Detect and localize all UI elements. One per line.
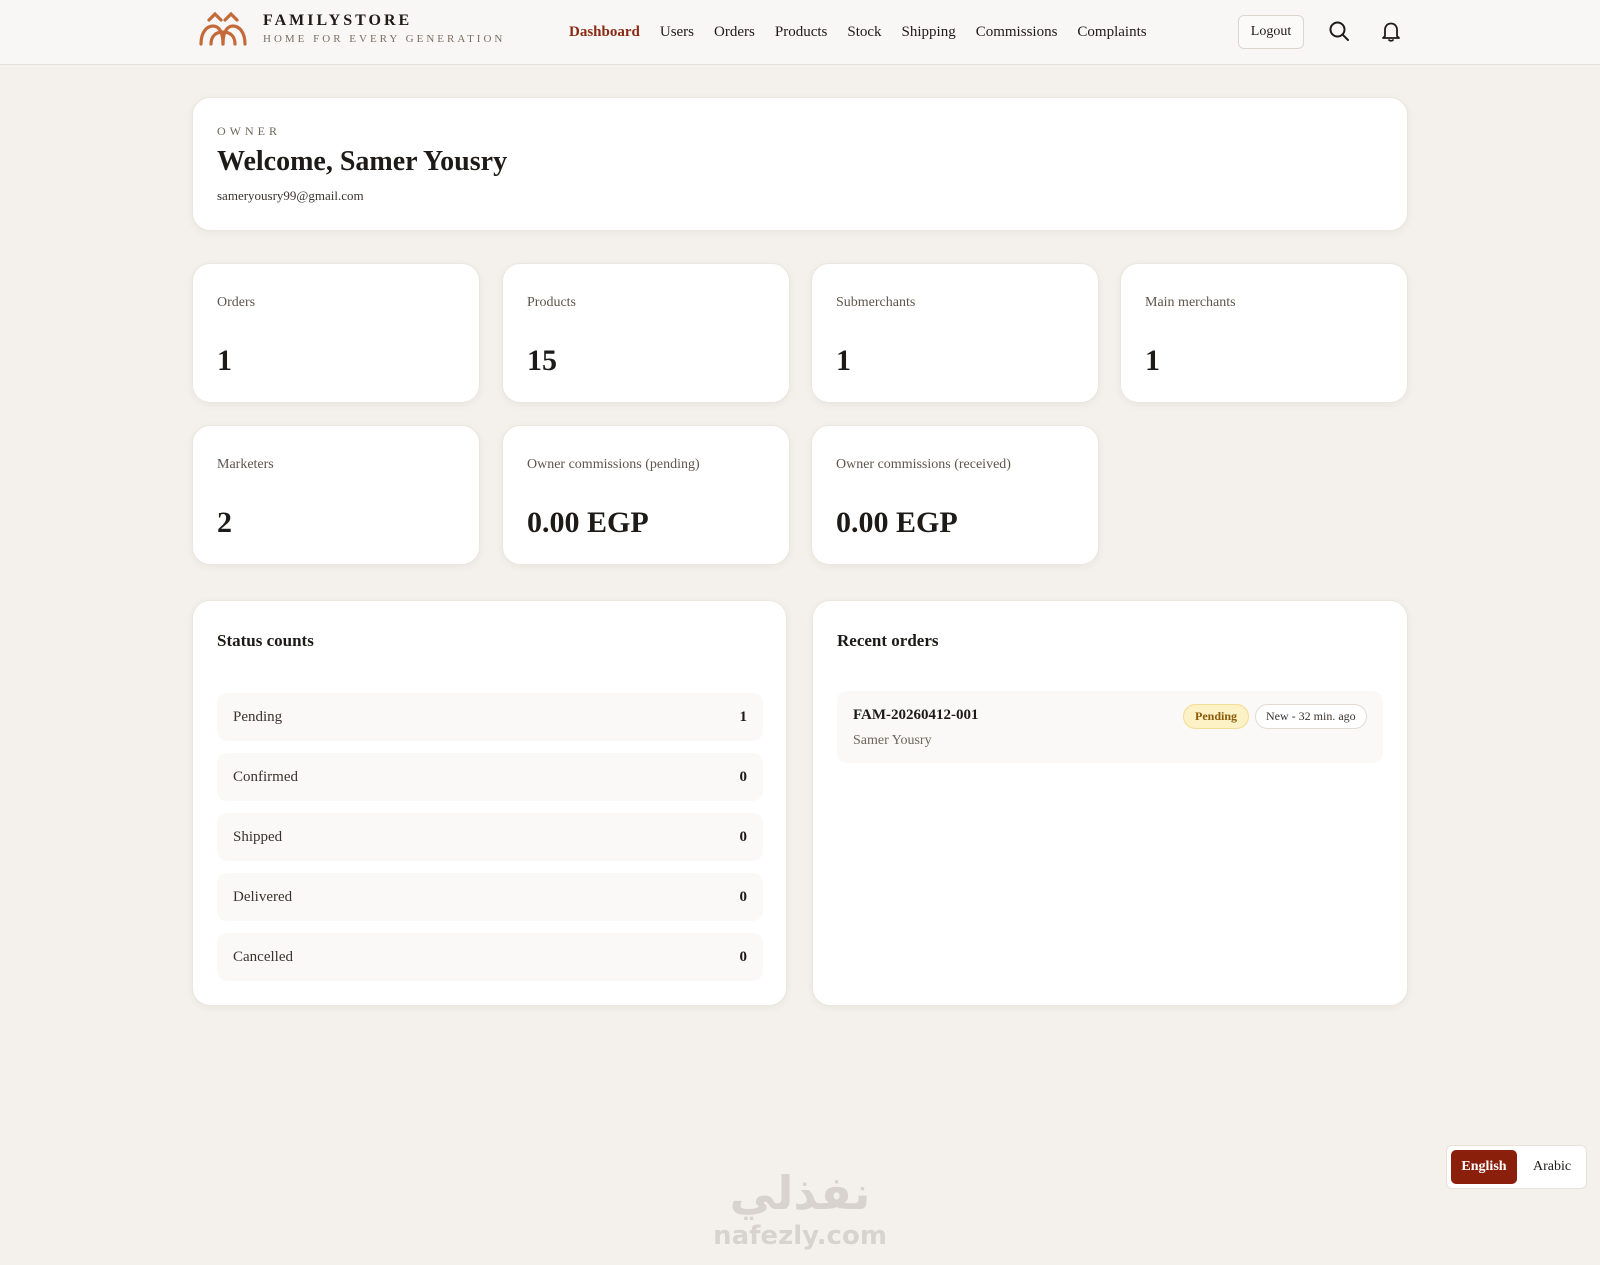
nav-orders[interactable]: Orders: [714, 24, 755, 41]
watermark: نفذلي nafezly.com: [700, 1165, 900, 1251]
language-arabic-button[interactable]: Arabic: [1521, 1150, 1583, 1184]
status-row-pending: Pending 1: [217, 693, 763, 741]
stat-label: Owner commissions (pending): [527, 457, 700, 472]
status-name: Delivered: [233, 888, 293, 905]
nav-products[interactable]: Products: [775, 24, 828, 41]
stat-card-commissions-pending: Owner commissions (pending) 0.00 EGP: [502, 425, 790, 565]
stat-label: Orders: [217, 295, 256, 310]
logout-button[interactable]: Logout: [1238, 15, 1304, 49]
brand-text: FAMILYSTORE HOME FOR EVERY GENERATION: [263, 12, 505, 46]
stat-value: 15: [527, 344, 557, 377]
status-name: Cancelled: [233, 948, 293, 965]
status-count: 1: [739, 708, 748, 725]
search-icon[interactable]: [1328, 20, 1350, 42]
user-role: OWNER: [217, 124, 281, 138]
panel-title: Status counts: [217, 631, 314, 650]
order-age-badge: New - 32 min. ago: [1255, 704, 1367, 729]
stat-label: Marketers: [217, 457, 274, 472]
status-name: Confirmed: [233, 768, 298, 785]
status-name: Shipped: [233, 828, 283, 845]
stat-value: 1: [217, 344, 232, 377]
welcome-card: OWNER Welcome, Samer Yousry sameryousry9…: [192, 97, 1408, 231]
watermark-arabic: نفذلي: [729, 1166, 871, 1220]
top-header: FAMILYSTORE HOME FOR EVERY GENERATION Da…: [0, 0, 1600, 65]
stat-value: 0.00 EGP: [527, 506, 649, 539]
stat-card-commissions-received: Owner commissions (received) 0.00 EGP: [811, 425, 1099, 565]
stat-label: Products: [527, 295, 576, 310]
status-badge: Pending: [1183, 704, 1250, 729]
brand-name: FAMILYSTORE: [263, 12, 413, 29]
stat-card-submerchants: Submerchants 1: [811, 263, 1099, 403]
user-email: sameryousry99@gmail.com: [217, 188, 364, 203]
recent-order-item[interactable]: FAM-20260412-001 Samer Yousry Pending Ne…: [837, 691, 1383, 763]
family-logo-icon: [199, 11, 247, 46]
nav-shipping[interactable]: Shipping: [902, 24, 956, 41]
order-id: FAM-20260412-001: [853, 707, 979, 723]
nav-complaints[interactable]: Complaints: [1077, 24, 1146, 41]
status-row-cancelled: Cancelled 0: [217, 933, 763, 981]
status-row-shipped: Shipped 0: [217, 813, 763, 861]
nav-stock[interactable]: Stock: [847, 24, 881, 41]
status-row-confirmed: Confirmed 0: [217, 753, 763, 801]
stat-label: Owner commissions (received): [836, 457, 1011, 472]
status-name: Pending: [233, 708, 283, 725]
stat-value: 0.00 EGP: [836, 506, 958, 539]
status-row-delivered: Delivered 0: [217, 873, 763, 921]
language-english-button[interactable]: English: [1451, 1150, 1517, 1184]
brand-logo[interactable]: FAMILYSTORE HOME FOR EVERY GENERATION: [197, 10, 505, 48]
nav-dashboard[interactable]: Dashboard: [569, 24, 640, 41]
nav-users[interactable]: Users: [660, 24, 694, 41]
status-count: 0: [739, 948, 748, 965]
stat-value: 2: [217, 506, 232, 539]
stat-card-marketers: Marketers 2: [192, 425, 480, 565]
stat-label: Submerchants: [836, 295, 916, 310]
main-nav: Dashboard Users Orders Products Stock Sh…: [569, 0, 1167, 64]
stat-card-orders: Orders 1: [192, 263, 480, 403]
stat-card-products: Products 15: [502, 263, 790, 403]
stat-value: 1: [836, 344, 851, 377]
status-count: 0: [739, 828, 748, 845]
nav-commissions[interactable]: Commissions: [976, 24, 1058, 41]
brand-tagline: HOME FOR EVERY GENERATION: [263, 33, 506, 45]
panel-title: Recent orders: [837, 631, 939, 650]
recent-orders-panel: Recent orders FAM-20260412-001 Samer You…: [812, 600, 1408, 1006]
stat-value: 1: [1145, 344, 1160, 377]
status-count: 0: [739, 888, 748, 905]
stat-label: Main merchants: [1145, 295, 1236, 310]
watermark-latin: nafezly.com: [713, 1221, 887, 1251]
stat-card-main-merchants: Main merchants 1: [1120, 263, 1408, 403]
status-count: 0: [739, 768, 748, 785]
welcome-title: Welcome, Samer Yousry: [217, 146, 508, 177]
order-customer: Samer Yousry: [853, 733, 932, 748]
language-switcher: English Arabic: [1446, 1145, 1587, 1189]
status-counts-panel: Status counts Pending 1 Confirmed 0 Ship…: [192, 600, 787, 1006]
bell-icon[interactable]: [1380, 20, 1402, 42]
